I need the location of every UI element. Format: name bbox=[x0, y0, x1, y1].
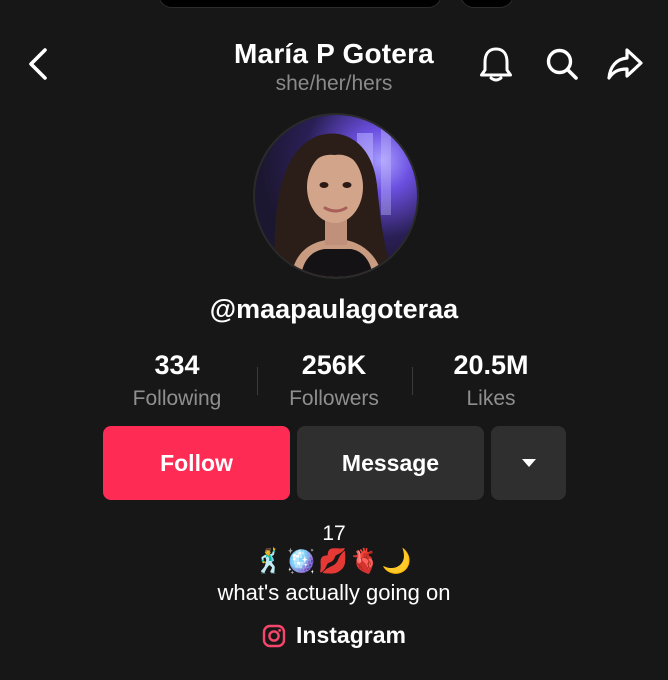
avatar-portrait bbox=[274, 125, 395, 277]
stat-label: Followers bbox=[289, 387, 379, 410]
follow-button[interactable]: Follow bbox=[103, 426, 290, 500]
stat-followers[interactable]: 256K Followers bbox=[254, 350, 414, 411]
avatar[interactable] bbox=[253, 113, 419, 279]
search-button[interactable] bbox=[540, 42, 584, 86]
share-button[interactable] bbox=[603, 42, 647, 86]
bell-icon bbox=[480, 47, 512, 82]
instagram-icon bbox=[262, 624, 286, 647]
instagram-label: Instagram bbox=[296, 622, 406, 648]
status-pill-small bbox=[460, 0, 514, 8]
bio-emojis: 🕺🪩💋🫀🌙 bbox=[254, 548, 414, 575]
stat-value: 334 bbox=[154, 350, 200, 380]
more-options-button[interactable] bbox=[491, 426, 566, 500]
stat-value: 256K bbox=[301, 350, 367, 380]
bio-age: 17 bbox=[322, 522, 346, 545]
username-handle: @maapaulagoteraa bbox=[209, 294, 459, 324]
caret-down-icon bbox=[521, 459, 536, 467]
stat-value: 20.5M bbox=[453, 350, 529, 380]
message-button[interactable]: Message bbox=[297, 426, 484, 500]
search-icon bbox=[546, 48, 578, 80]
stat-following[interactable]: 334 Following bbox=[97, 350, 257, 411]
status-pill bbox=[158, 0, 442, 8]
share-icon bbox=[607, 48, 643, 80]
notifications-button[interactable] bbox=[474, 42, 518, 86]
bio-text: what's actually going on bbox=[217, 580, 451, 605]
stat-likes[interactable]: 20.5M Likes bbox=[411, 350, 571, 411]
stat-label: Likes bbox=[466, 387, 516, 410]
instagram-link[interactable]: Instagram bbox=[0, 622, 668, 649]
stat-label: Following bbox=[132, 387, 222, 410]
